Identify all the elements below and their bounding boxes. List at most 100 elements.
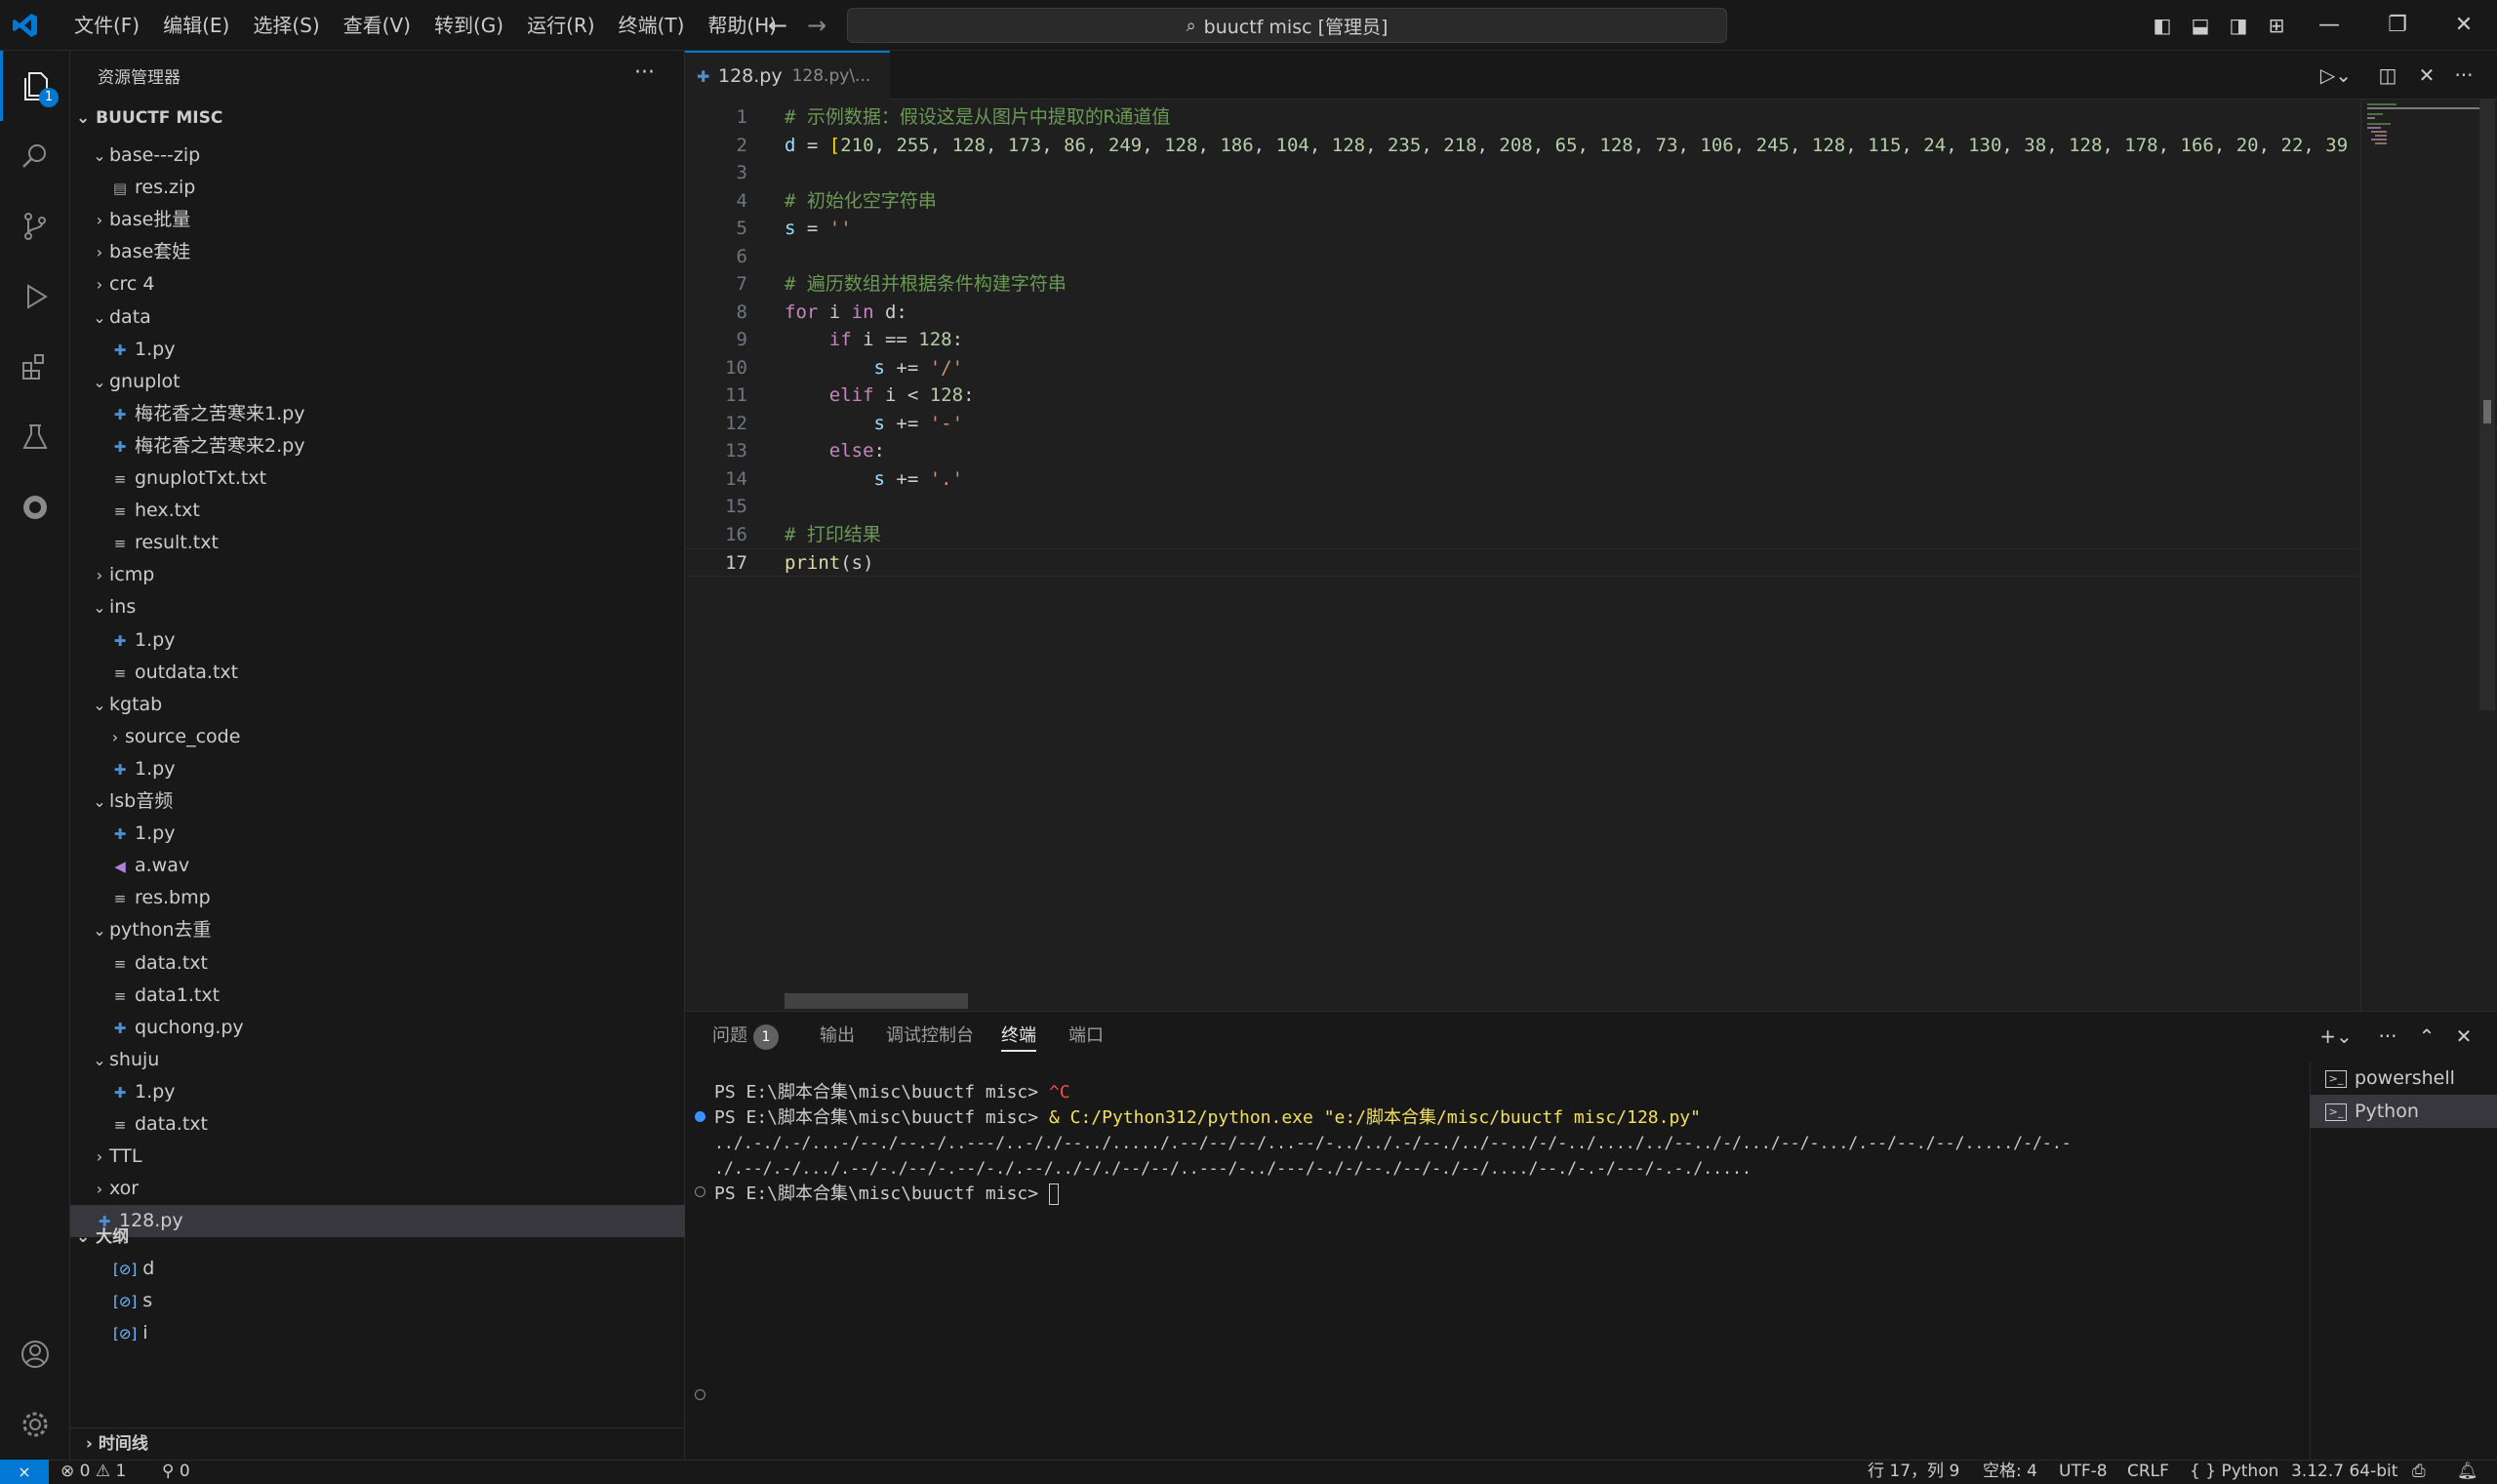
more-actions-icon[interactable]: ··· xyxy=(634,60,655,85)
tree-file[interactable]: ✚ 梅花香之苦寒来2.py xyxy=(70,430,685,462)
eol-status[interactable]: CRLF xyxy=(2127,1460,2169,1484)
settings-gear-icon[interactable] xyxy=(0,1389,70,1460)
editor-tab-128py[interactable]: ✚ 128.py 128.py\... xyxy=(685,51,890,100)
tree-file[interactable]: ≡ data.txt xyxy=(70,1108,685,1141)
testing-icon[interactable] xyxy=(0,402,70,472)
menu-file[interactable]: 文件(F) xyxy=(62,0,151,51)
code-line[interactable]: 14 s += '.' xyxy=(685,465,2363,494)
timeline-header[interactable]: › 时间线 xyxy=(70,1427,685,1460)
tree-file[interactable]: ≡ gnuplotTxt.txt xyxy=(70,462,685,495)
restore-button[interactable]: ❐ xyxy=(2363,0,2432,51)
tree-file[interactable]: ≡ res.bmp xyxy=(70,882,685,914)
indentation-status[interactable]: 空格: 4 xyxy=(1983,1460,2037,1484)
language-mode[interactable]: { } Python xyxy=(2190,1460,2278,1484)
toggle-panel-icon[interactable]: ⬓ xyxy=(2187,12,2214,39)
tree-folder[interactable]: › xor xyxy=(70,1173,685,1205)
menu-run[interactable]: 运行(R) xyxy=(515,0,607,51)
tree-file[interactable]: ✚ 1.py xyxy=(70,624,685,657)
cursor-position[interactable]: 行 17，列 9 xyxy=(1868,1460,1959,1484)
tab-problems[interactable]: 问题 1 xyxy=(712,1021,779,1052)
close-window-button[interactable]: ✕ xyxy=(2430,0,2497,51)
editor-more-icon[interactable]: ··· xyxy=(2449,60,2478,90)
tree-folder[interactable]: ⌄ base---zip xyxy=(70,140,685,172)
code-line[interactable]: 3 xyxy=(685,159,2363,187)
encoding-status[interactable]: UTF-8 xyxy=(2059,1460,2108,1484)
tree-file[interactable]: ✚ quchong.py xyxy=(70,1012,685,1044)
toggle-secondary-sidebar-icon[interactable]: ◨ xyxy=(2225,12,2252,39)
search-icon[interactable] xyxy=(0,121,70,191)
toggle-primary-sidebar-icon[interactable]: ◧ xyxy=(2149,12,2176,39)
tab-ports[interactable]: 端口 xyxy=(1068,1021,1104,1052)
tree-file[interactable]: ▤ res.zip xyxy=(70,172,685,204)
tree-file[interactable]: ≡ data.txt xyxy=(70,947,685,980)
tree-file[interactable]: ≡ hex.txt xyxy=(70,495,685,527)
code-line[interactable]: 2 d = [210, 255, 128, 173, 86, 249, 128, … xyxy=(685,132,2363,160)
code-line[interactable]: 6 xyxy=(685,243,2363,271)
tree-folder[interactable]: › source_code xyxy=(70,721,685,753)
menu-terminal[interactable]: 终端(T) xyxy=(607,0,697,51)
split-editor-icon[interactable]: ◫ xyxy=(2373,60,2402,90)
tree-file[interactable]: ✚ 1.py xyxy=(70,753,685,785)
tree-folder[interactable]: › base批量 xyxy=(70,204,685,236)
tree-file[interactable]: ✚ 梅花香之苦寒来1.py xyxy=(70,398,685,430)
remote-indicator-icon[interactable]: ⨯ xyxy=(0,1460,49,1484)
code-line[interactable]: 1 # 示例数据：假设这是从图片中提取的R通道值 xyxy=(685,103,2363,132)
code-line[interactable]: 11 elif i < 128: xyxy=(685,381,2363,410)
code-line[interactable]: 17 print(s) xyxy=(685,548,2363,577)
terminal-item-powershell[interactable]: >_ powershell xyxy=(2310,1062,2497,1095)
tab-terminal[interactable]: 终端 xyxy=(1001,1021,1036,1052)
ports-status[interactable]: ⚲ 0 xyxy=(162,1460,190,1484)
tree-file[interactable]: ≡ outdata.txt xyxy=(70,657,685,689)
tree-folder[interactable]: › crc 4 xyxy=(70,268,685,301)
python-interpreter[interactable]: 3.12.7 64-bit xyxy=(2291,1460,2397,1484)
customize-layout-icon[interactable]: ⊞ xyxy=(2263,12,2290,39)
menu-view[interactable]: 查看(V) xyxy=(332,0,423,51)
tree-folder[interactable]: ⌄ python去重 xyxy=(70,914,685,946)
maximize-panel-icon[interactable]: ⌃ xyxy=(2412,1021,2441,1052)
tree-file[interactable]: ≡ result.txt xyxy=(70,527,685,559)
panel-more-icon[interactable]: ··· xyxy=(2373,1021,2402,1052)
tree-folder[interactable]: ⌄ shuju xyxy=(70,1044,685,1076)
run-debug-icon[interactable] xyxy=(0,261,70,332)
outline-item[interactable]: [⊘] i xyxy=(70,1317,685,1349)
tree-file[interactable]: ✚ 1.py xyxy=(70,818,685,850)
tree-folder[interactable]: ⌄ gnuplot xyxy=(70,366,685,398)
new-terminal-icon[interactable]: +⌄ xyxy=(2316,1021,2356,1052)
command-center[interactable]: ⌕ buuctf misc [管理员] xyxy=(847,8,1727,43)
problems-status[interactable]: ⊗ 0 ⚠ 1 xyxy=(60,1460,126,1484)
code-line[interactable]: 7 # 遍历数组并根据条件构建字符串 xyxy=(685,270,2363,299)
code-line[interactable]: 10 s += '/' xyxy=(685,354,2363,382)
code-line[interactable]: 4 # 初始化空字符串 xyxy=(685,187,2363,216)
editor-horizontal-scrollbar[interactable] xyxy=(785,993,968,1009)
outline-item[interactable]: [⊘] d xyxy=(70,1253,685,1285)
code-line[interactable]: 16 # 打印结果 xyxy=(685,521,2363,549)
tree-file[interactable]: ◀︎ a.wav xyxy=(70,850,685,882)
tab-output[interactable]: 输出 xyxy=(820,1021,855,1052)
terminal-item-python[interactable]: >_ Python xyxy=(2310,1095,2497,1128)
notifications-bell-icon[interactable]: 🔔︎ xyxy=(2457,1460,2478,1484)
back-arrow-icon[interactable]: ← xyxy=(763,10,792,41)
source-control-icon[interactable] xyxy=(0,191,70,261)
code-line[interactable]: 9 if i == 128: xyxy=(685,326,2363,354)
menu-edit[interactable]: 编辑(E) xyxy=(151,0,241,51)
explorer-icon[interactable]: 1 xyxy=(0,51,70,121)
code-line[interactable]: 8 for i in d: xyxy=(685,299,2363,327)
remote-explorer-icon[interactable] xyxy=(0,472,70,542)
tree-file[interactable]: ✚ 1.py xyxy=(70,1076,685,1108)
tree-folder[interactable]: ⌄ kgtab xyxy=(70,689,685,721)
tab-debug-console[interactable]: 调试控制台 xyxy=(886,1021,974,1052)
feedback-icon[interactable]: ⎙ xyxy=(2412,1460,2426,1484)
menu-selection[interactable]: 选择(S) xyxy=(241,0,331,51)
code-line[interactable]: 13 else: xyxy=(685,437,2363,465)
forward-arrow-icon[interactable]: → xyxy=(802,10,831,41)
close-panel-icon[interactable]: ✕ xyxy=(2449,1021,2478,1052)
tree-folder[interactable]: ⌄ ins xyxy=(70,591,685,623)
accounts-icon[interactable] xyxy=(0,1319,70,1389)
code-line[interactable]: 12 s += '-' xyxy=(685,410,2363,438)
run-python-file-icon[interactable]: ▷⌄ xyxy=(2316,60,2356,90)
tree-folder[interactable]: › icmp xyxy=(70,559,685,591)
tree-file[interactable]: ✚ 1.py xyxy=(70,334,685,366)
tree-folder[interactable]: › TTL xyxy=(70,1141,685,1173)
tree-file[interactable]: ≡ data1.txt xyxy=(70,980,685,1012)
close-editor-icon[interactable]: ✕ xyxy=(2412,60,2441,90)
